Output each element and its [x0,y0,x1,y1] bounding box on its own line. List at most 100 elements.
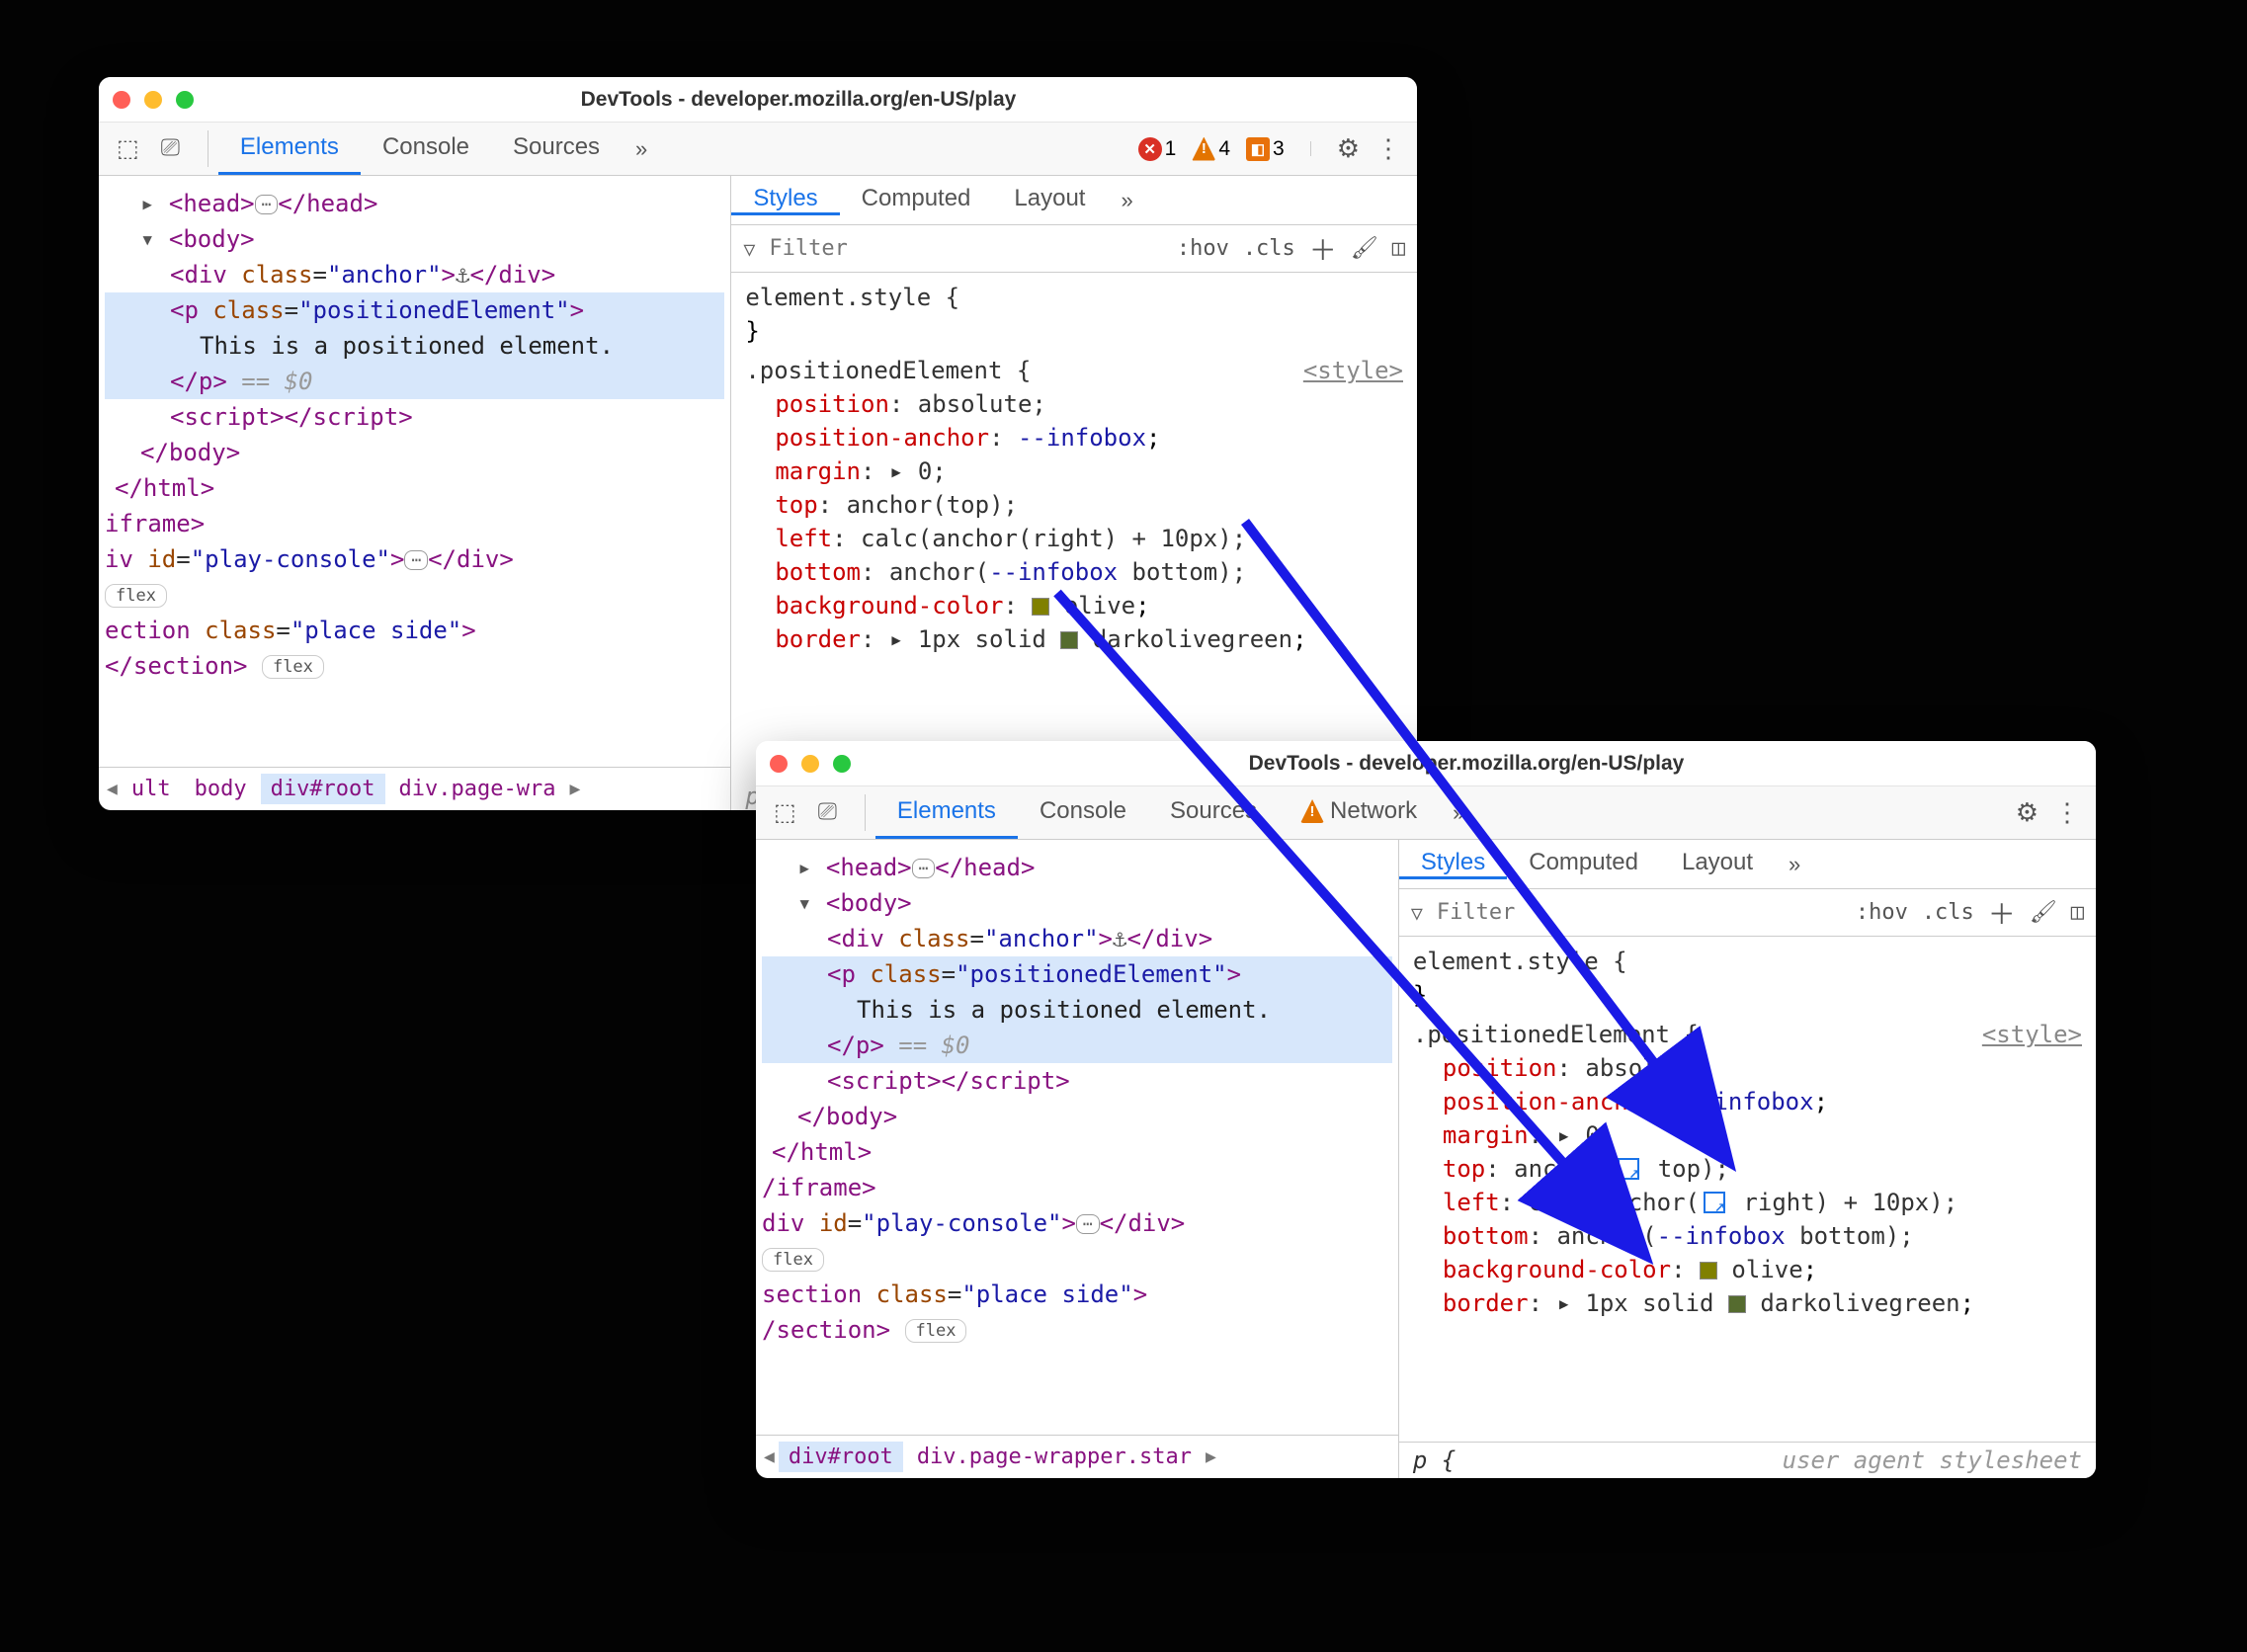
tab-computed[interactable]: Computed [1507,849,1660,879]
element-style-selector[interactable]: element.style { [1413,945,2082,978]
tab-console[interactable]: Console [361,123,491,175]
css-rules[interactable]: element.style { } <style>.positionedElem… [731,273,1417,783]
flex-badge[interactable]: flex [905,1319,967,1343]
kebab-menu-icon[interactable]: ⋮ [1375,133,1401,164]
crumb[interactable]: ult [122,774,181,804]
flex-badge[interactable]: flex [762,1248,824,1272]
crumb[interactable]: div.page-wrapper.star [907,1442,1202,1472]
tab-styles[interactable]: Styles [1399,849,1507,879]
tab-layout[interactable]: Layout [1660,849,1775,879]
filter-toolbar: ▽ :hov .cls ＋ 🖌 ◫ [1399,889,2096,937]
more-tabs-icon[interactable]: » [1439,786,1478,839]
close-icon[interactable] [770,755,788,773]
breadcrumb-scroll-right-icon[interactable]: ▶ [570,779,581,799]
toggle-cssoverview-icon[interactable]: ◫ [2071,900,2084,925]
main-toolbar: ⬚ ⎚ Elements Console Sources » ✕1 !4 ◧3 … [99,123,1417,176]
minimize-icon[interactable] [144,91,162,109]
window-title: DevTools - developer.mozilla.org/en-US/p… [851,752,2082,776]
breadcrumb-scroll-left-icon[interactable]: ◀ [764,1446,775,1467]
color-swatch-icon[interactable] [1728,1295,1746,1313]
css-rule[interactable]: <style>.positionedElement { [745,354,1403,387]
css-rules[interactable]: element.style { } <style>.positionedElem… [1399,937,2096,1442]
collapsed-icon[interactable]: ⋯ [912,859,936,878]
cls-toggle[interactable]: .cls [1922,900,1974,925]
color-swatch-icon[interactable] [1700,1262,1717,1280]
p-rule-row[interactable]: user agent stylesheet p { [1399,1442,2096,1478]
warnings-badge[interactable]: !4 [1192,137,1230,161]
rule-source-link[interactable]: <style> [1303,354,1403,387]
elements-pane: ▸ <head>⋯</head> ▾ <body> <div class="an… [756,840,1399,1478]
issues-badge[interactable]: ◧3 [1246,137,1285,161]
tab-sources[interactable]: Sources [1148,786,1279,839]
breadcrumb-scroll-left-icon[interactable]: ◀ [107,779,118,799]
collapsed-icon[interactable]: ⋯ [1076,1214,1100,1234]
flex-badge[interactable]: flex [105,584,167,608]
anchor-icon: ⚓︎ [456,261,469,289]
tab-console[interactable]: Console [1018,786,1148,839]
settings-icon[interactable]: ⚙ [1337,133,1360,164]
styles-subtabs: Styles Computed Layout » [1399,840,2096,889]
hov-toggle[interactable]: :hov [1177,236,1229,261]
more-tabs-icon[interactable]: » [1775,852,1814,877]
collapsed-icon[interactable]: ⋯ [255,195,279,214]
panel-tabs: Elements Console Sources !Network » [875,786,1478,839]
maximize-icon[interactable] [833,755,851,773]
paint-icon[interactable]: 🖌 [2030,900,2057,925]
tab-layout[interactable]: Layout [992,185,1107,215]
filter-input[interactable] [769,236,1162,261]
maximize-icon[interactable] [176,91,194,109]
collapsed-icon[interactable]: ⋯ [404,550,428,570]
new-rule-icon[interactable]: ＋ [1988,893,2016,933]
filter-toolbar: ▽ :hov .cls ＋ 🖌 ◫ [731,225,1417,273]
dom-selected-node[interactable]: <p class="positionedElement"> [762,956,1392,992]
tab-network[interactable]: !Network [1279,786,1439,839]
breadcrumb-scroll-right-icon[interactable]: ▶ [1206,1446,1216,1467]
user-agent-stylesheet-label: user agent stylesheet [1783,1446,2082,1474]
color-swatch-icon[interactable] [1060,631,1078,649]
inspect-icon[interactable]: ⬚ [774,798,796,827]
dom-tree[interactable]: ▸ <head>⋯</head> ▾ <body> <div class="an… [99,176,730,767]
tab-styles[interactable]: Styles [731,185,839,215]
dom-selected-node[interactable]: <p class="positionedElement"> [105,292,724,328]
filter-icon: ▽ [743,237,755,261]
external-link-icon[interactable] [1704,1192,1725,1213]
filter-input[interactable] [1437,900,1842,925]
traffic-lights [770,755,851,773]
paint-icon[interactable]: 🖌 [1351,236,1378,261]
flex-badge[interactable]: flex [262,655,324,679]
filter-icon: ▽ [1411,901,1423,925]
crumb-selected[interactable]: div#root [779,1442,903,1472]
rule-source-link[interactable]: <style> [1982,1018,2082,1051]
close-icon[interactable] [113,91,130,109]
more-tabs-icon[interactable]: » [622,123,661,175]
css-rule[interactable]: <style>.positionedElement { [1413,1018,2082,1051]
devtools-window-2: DevTools - developer.mozilla.org/en-US/p… [756,741,2096,1478]
errors-badge[interactable]: ✕1 [1138,137,1177,161]
crumb-selected[interactable]: div#root [261,774,385,804]
tab-computed[interactable]: Computed [840,185,993,215]
new-rule-icon[interactable]: ＋ [1309,229,1337,269]
tab-elements[interactable]: Elements [875,786,1018,839]
element-style-selector[interactable]: element.style { [745,281,1403,314]
styles-subtabs: Styles Computed Layout » [731,176,1417,225]
dom-tree[interactable]: ▸ <head>⋯</head> ▾ <body> <div class="an… [756,840,1398,1435]
crumb[interactable]: div.page-wra [389,774,566,804]
device-toolbar-icon[interactable]: ⎚ [818,798,837,827]
inspect-icon[interactable]: ⬚ [117,134,139,163]
settings-icon[interactable]: ⚙ [2016,797,2039,828]
titlebar: DevTools - developer.mozilla.org/en-US/p… [99,77,1417,123]
device-toolbar-icon[interactable]: ⎚ [161,134,180,163]
more-tabs-icon[interactable]: » [1107,188,1146,213]
minimize-icon[interactable] [801,755,819,773]
tab-elements[interactable]: Elements [218,123,361,175]
kebab-menu-icon[interactable]: ⋮ [2054,797,2080,828]
crumb[interactable]: body [185,774,257,804]
anchor-icon: ⚓︎ [1113,925,1126,952]
hov-toggle[interactable]: :hov [1856,900,1908,925]
cls-toggle[interactable]: .cls [1243,236,1295,261]
toggle-cssoverview-icon[interactable]: ◫ [1392,236,1405,261]
titlebar: DevTools - developer.mozilla.org/en-US/p… [756,741,2096,786]
external-link-icon[interactable] [1618,1158,1639,1180]
tab-sources[interactable]: Sources [491,123,622,175]
color-swatch-icon[interactable] [1032,598,1049,616]
